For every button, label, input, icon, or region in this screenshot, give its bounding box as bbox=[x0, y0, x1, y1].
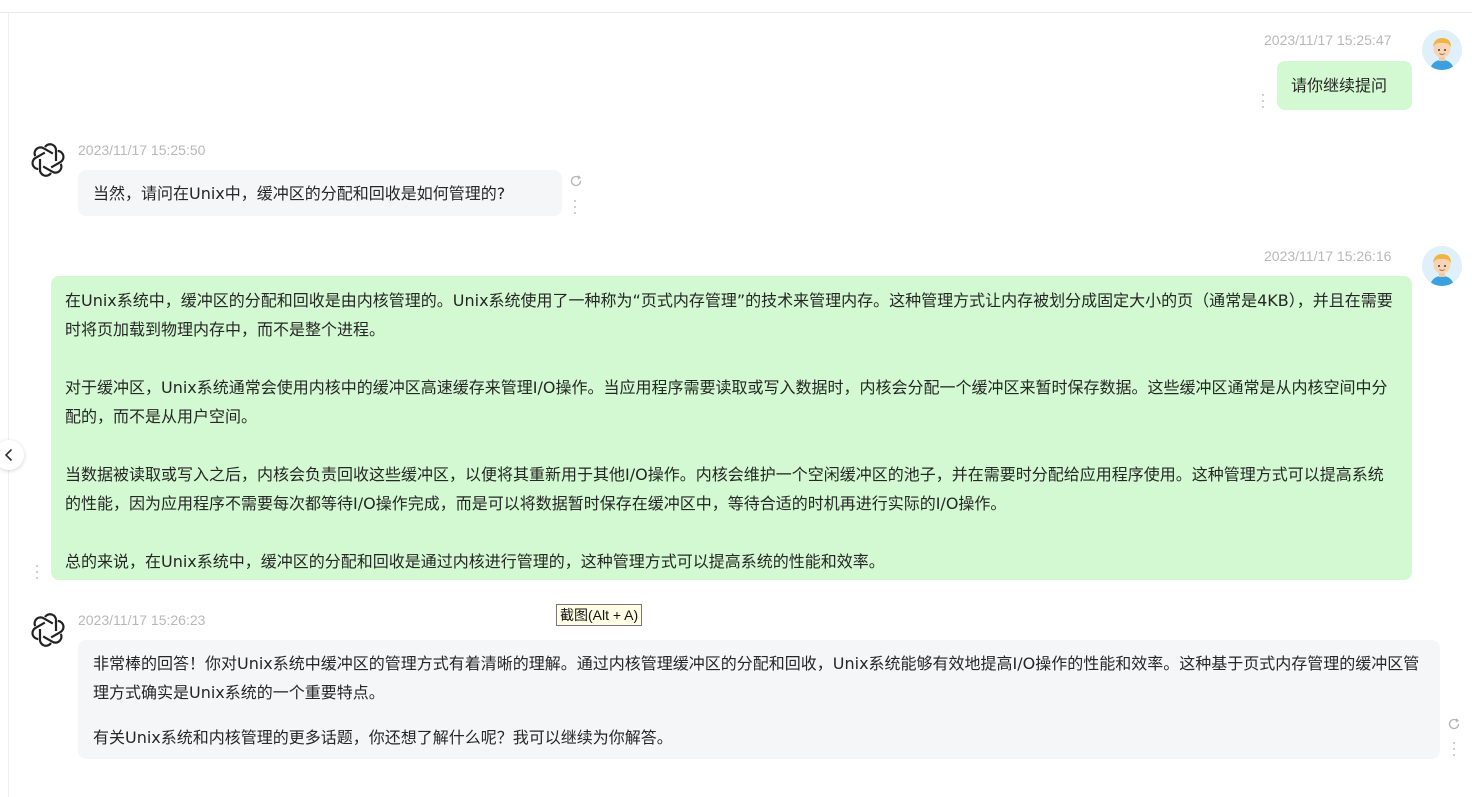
user-avatar-icon bbox=[1422, 246, 1462, 286]
message-paragraph: 在Unix系统中，缓冲区的分配和回收是由内核管理的。Unix系统使用了一种称为“… bbox=[65, 291, 1393, 339]
message-text: 当然，请问在Unix中，缓冲区的分配和回收是如何管理的? bbox=[93, 184, 506, 203]
more-vertical-icon[interactable] bbox=[35, 565, 39, 579]
refresh-icon[interactable] bbox=[1447, 716, 1461, 730]
message-timestamp: 2023/11/17 15:26:16 bbox=[1264, 248, 1392, 264]
refresh-icon[interactable] bbox=[569, 173, 583, 187]
screenshot-tooltip: 截图(Alt + A) bbox=[556, 604, 643, 626]
collapse-sidebar-button[interactable] bbox=[0, 440, 24, 470]
chevron-left-icon bbox=[4, 448, 13, 462]
message-paragraph: 非常棒的回答！你对Unix系统中缓冲区的管理方式有着清晰的理解。通过内核管理缓冲… bbox=[93, 654, 1420, 702]
top-divider bbox=[0, 12, 1472, 13]
more-vertical-icon[interactable] bbox=[573, 200, 577, 214]
openai-logo-icon bbox=[30, 612, 66, 648]
more-vertical-icon[interactable] bbox=[1261, 94, 1265, 108]
user-message-bubble: 在Unix系统中，缓冲区的分配和回收是由内核管理的。Unix系统使用了一种称为“… bbox=[51, 276, 1412, 580]
message-timestamp: 2023/11/17 15:25:50 bbox=[78, 142, 206, 158]
message-paragraph: 对于缓冲区，Unix系统通常会使用内核中的缓冲区高速缓存来管理I/O操作。当应用… bbox=[65, 378, 1388, 426]
user-message-bubble: 请你继续提问 bbox=[1277, 61, 1412, 110]
user-avatar-icon bbox=[1422, 30, 1462, 70]
more-vertical-icon[interactable] bbox=[1452, 742, 1456, 756]
message-text: 请你继续提问 bbox=[1291, 76, 1388, 95]
openai-logo-icon bbox=[30, 142, 66, 178]
message-paragraph: 当数据被读取或写入之后，内核会负责回收这些缓冲区，以便将其重新用于其他I/O操作… bbox=[65, 465, 1384, 513]
left-divider bbox=[8, 12, 9, 797]
message-paragraph: 总的来说，在Unix系统中，缓冲区的分配和回收是通过内核进行管理的，这种管理方式… bbox=[65, 552, 885, 571]
message-paragraph: 有关Unix系统和内核管理的更多话题，你还想了解什么呢？我可以继续为你解答。 bbox=[93, 728, 673, 747]
assistant-message-bubble: 当然，请问在Unix中，缓冲区的分配和回收是如何管理的? bbox=[78, 170, 562, 216]
assistant-message-bubble: 非常棒的回答！你对Unix系统中缓冲区的管理方式有着清晰的理解。通过内核管理缓冲… bbox=[78, 640, 1440, 759]
message-timestamp: 2023/11/17 15:25:47 bbox=[1264, 32, 1392, 48]
message-timestamp: 2023/11/17 15:26:23 bbox=[78, 612, 206, 628]
